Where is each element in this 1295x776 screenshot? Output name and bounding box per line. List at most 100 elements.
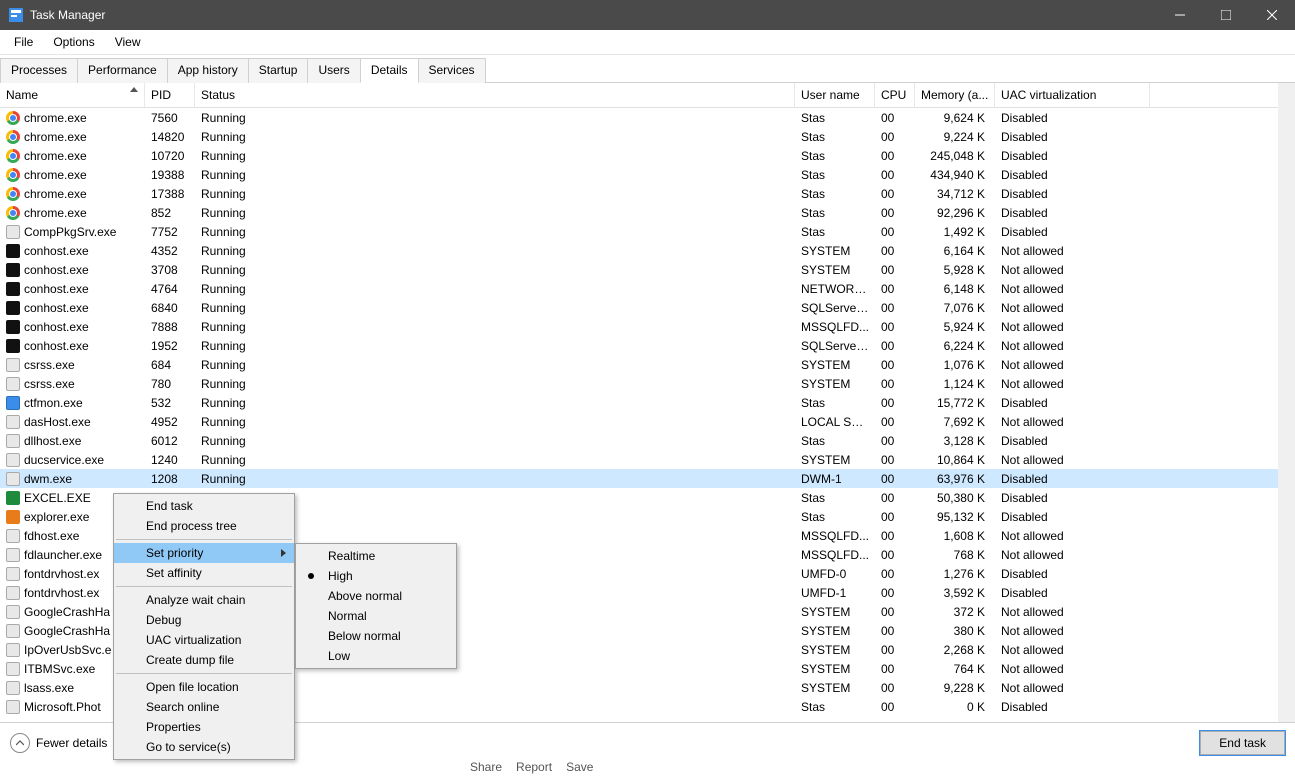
menu-item-search-online[interactable]: Search online [114, 697, 294, 717]
process-status: Running [195, 377, 795, 391]
process-status: Running [195, 282, 795, 296]
menu-options[interactable]: Options [43, 32, 104, 52]
table-row[interactable]: chrome.exe17388RunningStas0034,712 KDisa… [0, 184, 1295, 203]
process-cpu: 00 [875, 605, 915, 619]
process-status: Running [195, 472, 795, 486]
fewer-details-button[interactable]: Fewer details [10, 733, 107, 753]
table-row[interactable]: chrome.exe852RunningStas0092,296 KDisabl… [0, 203, 1295, 222]
process-icon [6, 320, 20, 334]
process-cpu: 00 [875, 529, 915, 543]
menu-view[interactable]: View [105, 32, 151, 52]
table-row[interactable]: conhost.exe3708RunningSYSTEM005,928 KNot… [0, 260, 1295, 279]
table-row[interactable]: ducservice.exe1240RunningSYSTEM0010,864 … [0, 450, 1295, 469]
process-cpu: 00 [875, 130, 915, 144]
process-name: chrome.exe [24, 130, 87, 144]
table-row[interactable]: conhost.exe4764RunningNETWORK...006,148 … [0, 279, 1295, 298]
process-user: SYSTEM [795, 681, 875, 695]
process-memory: 1,276 K [915, 567, 995, 581]
table-row[interactable]: dllhost.exe6012RunningStas003,128 KDisab… [0, 431, 1295, 450]
priority-below-normal[interactable]: Below normal [296, 626, 456, 646]
end-task-button[interactable]: End task [1200, 731, 1285, 755]
app-icon [8, 7, 24, 23]
col-memory[interactable]: Memory (a... [915, 83, 995, 107]
process-icon [6, 605, 20, 619]
table-row[interactable]: chrome.exe19388RunningStas00434,940 KDis… [0, 165, 1295, 184]
col-uac[interactable]: UAC virtualization [995, 83, 1150, 107]
tab-startup[interactable]: Startup [248, 58, 309, 83]
process-uac: Not allowed [995, 339, 1150, 353]
process-icon [6, 301, 20, 315]
tab-details[interactable]: Details [360, 58, 419, 83]
menu-item-set-affinity[interactable]: Set affinity [114, 563, 294, 583]
col-name[interactable]: Name [0, 83, 145, 107]
process-name: chrome.exe [24, 168, 87, 182]
process-cpu: 00 [875, 472, 915, 486]
menu-item-set-priority[interactable]: Set priority [114, 543, 294, 563]
process-memory: 1,076 K [915, 358, 995, 372]
process-status: Running [195, 320, 795, 334]
tab-processes[interactable]: Processes [0, 58, 78, 83]
table-row[interactable]: chrome.exe10720RunningStas00245,048 KDis… [0, 146, 1295, 165]
minimize-button[interactable] [1157, 0, 1203, 30]
process-cpu: 00 [875, 681, 915, 695]
process-uac: Not allowed [995, 643, 1150, 657]
maximize-button[interactable] [1203, 0, 1249, 30]
menu-item-properties[interactable]: Properties [114, 717, 294, 737]
vertical-scrollbar[interactable] [1278, 83, 1295, 722]
tab-users[interactable]: Users [307, 58, 360, 83]
process-memory: 9,624 K [915, 111, 995, 125]
priority-high[interactable]: High [296, 566, 456, 586]
table-row[interactable]: dwm.exe1208RunningDWM-10063,976 KDisable… [0, 469, 1295, 488]
table-row[interactable]: dasHost.exe4952RunningLOCAL SE...007,692… [0, 412, 1295, 431]
priority-above-normal[interactable]: Above normal [296, 586, 456, 606]
col-cpu[interactable]: CPU [875, 83, 915, 107]
table-row[interactable]: conhost.exe6840RunningSQLServer...007,07… [0, 298, 1295, 317]
process-icon [6, 282, 20, 296]
menu-item-end-task[interactable]: End task [114, 496, 294, 516]
process-uac: Disabled [995, 491, 1150, 505]
table-row[interactable]: csrss.exe684RunningSYSTEM001,076 KNot al… [0, 355, 1295, 374]
process-uac: Disabled [995, 168, 1150, 182]
process-user: Stas [795, 111, 875, 125]
table-row[interactable]: chrome.exe7560RunningStas009,624 KDisabl… [0, 108, 1295, 127]
close-button[interactable] [1249, 0, 1295, 30]
process-name: CompPkgSrv.exe [24, 225, 116, 239]
table-row[interactable]: conhost.exe4352RunningSYSTEM006,164 KNot… [0, 241, 1295, 260]
menu-item-analyze-wait-chain[interactable]: Analyze wait chain [114, 590, 294, 610]
process-icon [6, 358, 20, 372]
process-pid: 4764 [145, 282, 195, 296]
priority-realtime[interactable]: Realtime [296, 546, 456, 566]
process-cpu: 00 [875, 510, 915, 524]
table-row[interactable]: conhost.exe1952RunningSQLServer...006,22… [0, 336, 1295, 355]
priority-normal[interactable]: Normal [296, 606, 456, 626]
process-cpu: 00 [875, 396, 915, 410]
menu-file[interactable]: File [4, 32, 43, 52]
col-status[interactable]: Status [195, 83, 795, 107]
tab-services[interactable]: Services [418, 58, 486, 83]
process-uac: Not allowed [995, 548, 1150, 562]
menu-item-go-to-service-s-[interactable]: Go to service(s) [114, 737, 294, 757]
process-status: Running [195, 415, 795, 429]
col-pid[interactable]: PID [145, 83, 195, 107]
tab-app-history[interactable]: App history [167, 58, 249, 83]
process-cpu: 00 [875, 320, 915, 334]
table-row[interactable]: chrome.exe14820RunningStas009,224 KDisab… [0, 127, 1295, 146]
menu-item-create-dump-file[interactable]: Create dump file [114, 650, 294, 670]
menu-item-debug[interactable]: Debug [114, 610, 294, 630]
menu-item-end-process-tree[interactable]: End process tree [114, 516, 294, 536]
table-row[interactable]: ctfmon.exe532RunningStas0015,772 KDisabl… [0, 393, 1295, 412]
process-name: chrome.exe [24, 206, 87, 220]
tab-performance[interactable]: Performance [77, 58, 168, 83]
menu-item-open-file-location[interactable]: Open file location [114, 677, 294, 697]
process-user: Stas [795, 700, 875, 714]
table-row[interactable]: csrss.exe780RunningSYSTEM001,124 KNot al… [0, 374, 1295, 393]
priority-low[interactable]: Low [296, 646, 456, 666]
table-row[interactable]: conhost.exe7888RunningMSSQLFD...005,924 … [0, 317, 1295, 336]
col-user[interactable]: User name [795, 83, 875, 107]
process-user: Stas [795, 225, 875, 239]
process-status: Running [195, 396, 795, 410]
menu-item-uac-virtualization[interactable]: UAC virtualization [114, 630, 294, 650]
process-memory: 5,924 K [915, 320, 995, 334]
table-row[interactable]: CompPkgSrv.exe7752RunningStas001,492 KDi… [0, 222, 1295, 241]
process-user: SYSTEM [795, 453, 875, 467]
